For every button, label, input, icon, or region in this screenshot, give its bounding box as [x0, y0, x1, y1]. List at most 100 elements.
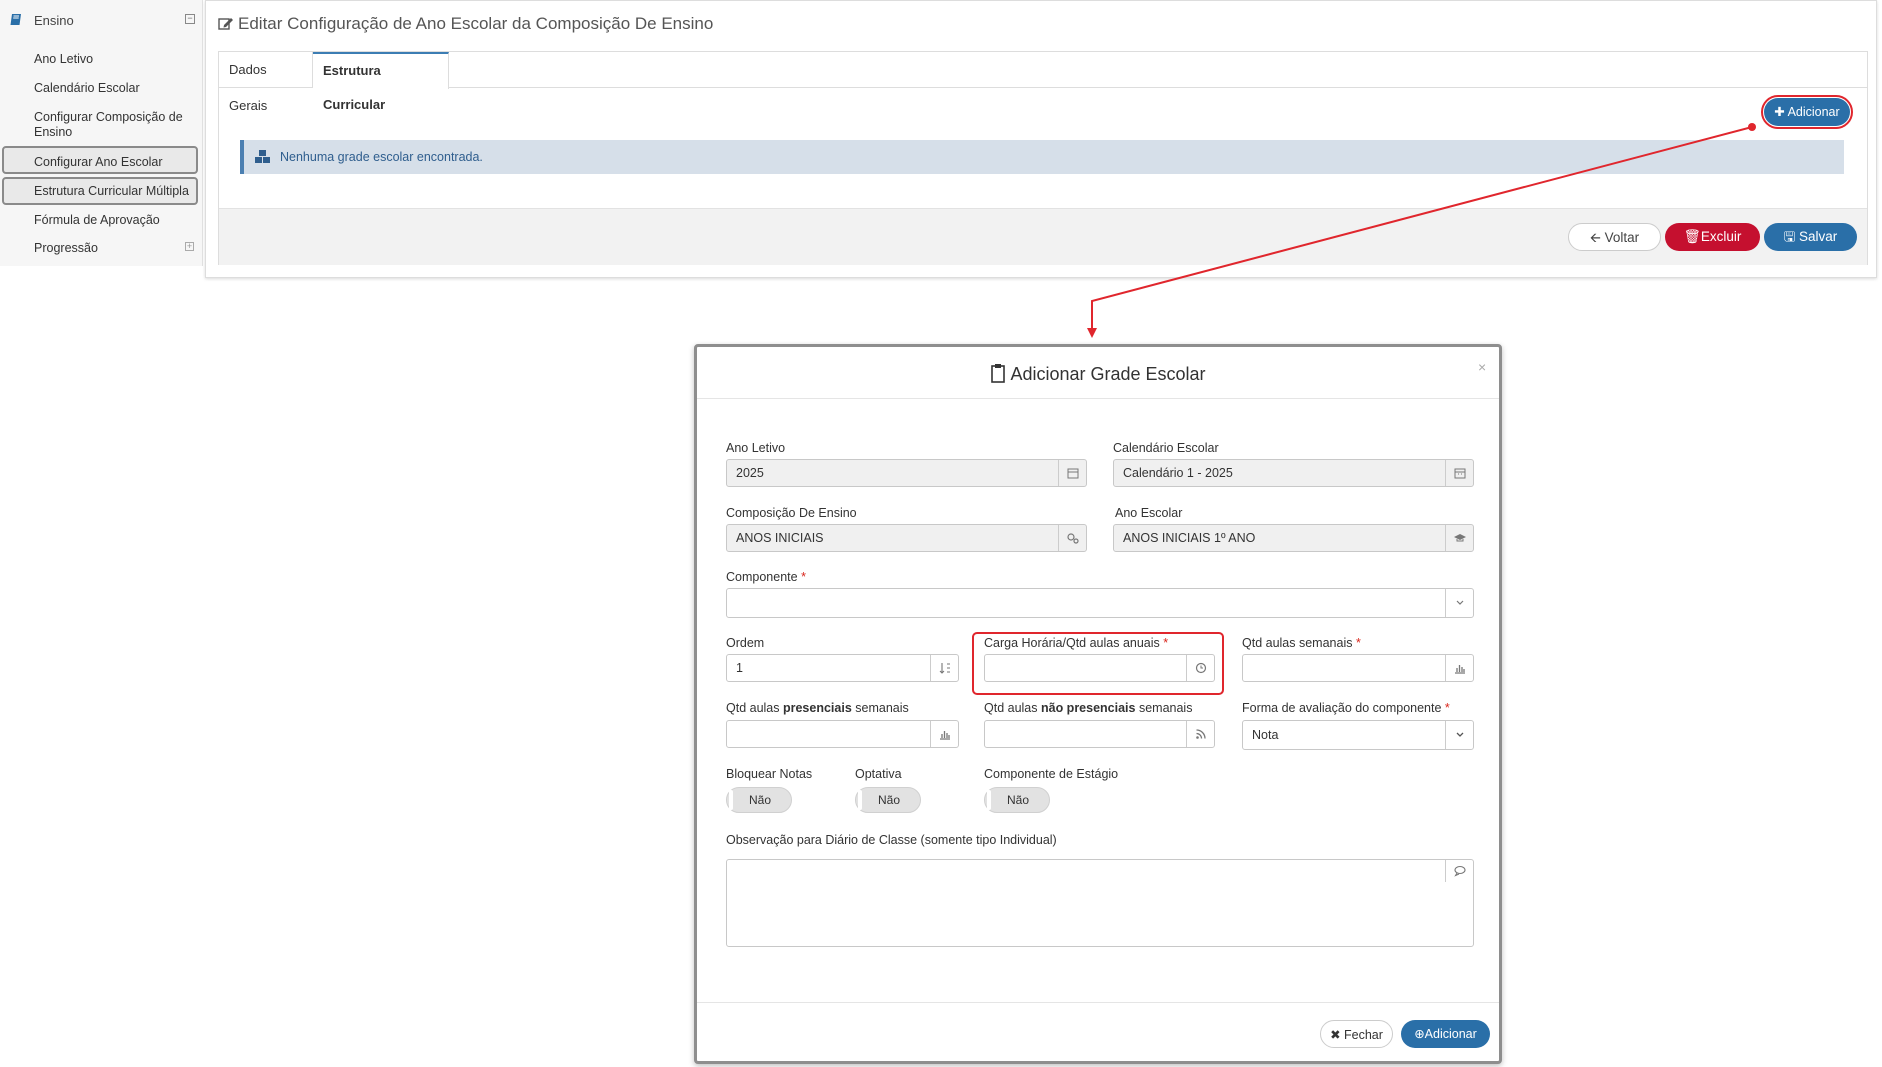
estagio-toggle[interactable]: Não: [984, 787, 1050, 813]
label-estagio: Componente de Estágio: [984, 767, 1119, 781]
carga-horaria-field[interactable]: [984, 654, 1215, 682]
rss-icon: [1186, 721, 1214, 747]
edit-icon: [218, 18, 233, 30]
label-qtd-semanais: Qtd aulas semanais *: [1242, 636, 1361, 650]
ano-escolar-field[interactable]: ANOS INICIAIS 1º ANO: [1113, 524, 1474, 552]
main-panel: Editar Configuração de Ano Escolar da Co…: [205, 0, 1877, 278]
ordem-value: 1: [736, 661, 743, 675]
save-button[interactable]: 🖫 Salvar: [1764, 223, 1857, 251]
tab-estrutura-curricular[interactable]: Estrutura Curricular: [313, 52, 449, 112]
add-button-label: Adicionar: [1424, 1027, 1477, 1041]
nao-presenciais-field[interactable]: [984, 720, 1215, 748]
ano-letivo-value: 2025: [736, 466, 764, 480]
sidebar-item-ano-letivo[interactable]: Ano Letivo: [34, 52, 93, 67]
tabs-container: Dados Gerais Estrutura Curricular ✚ Adic…: [218, 51, 1868, 265]
sidebar-item-formula-aprovacao[interactable]: Fórmula de Aprovação: [34, 213, 160, 228]
label-presenciais: Qtd aulas presenciais semanais: [726, 701, 909, 715]
required-mark: *: [801, 570, 806, 584]
floppy-icon: 🖫: [1783, 229, 1799, 244]
ano-letivo-field[interactable]: 2025: [726, 459, 1087, 487]
sidebar-item-configurar-ano-escolar[interactable]: Configurar Ano Escolar: [34, 155, 163, 170]
expand-icon[interactable]: +: [185, 242, 194, 251]
plus-circle-icon: ⊕: [1414, 1027, 1425, 1041]
bar-chart-icon: [1445, 655, 1473, 681]
label-qtd-semanais-text: Qtd aulas semanais: [1242, 636, 1353, 650]
delete-label: Excluir: [1700, 229, 1742, 244]
sidebar-item-configurar-composicao[interactable]: Configurar Composição de Ensino: [34, 110, 194, 140]
empty-alert: Nenhuma grade escolar encontrada.: [240, 140, 1844, 174]
empty-alert-text: Nenhuma grade escolar encontrada.: [280, 150, 483, 164]
tab-bar: Dados Gerais Estrutura Curricular: [219, 52, 1867, 113]
label-componente: Componente *: [726, 570, 806, 584]
tab-dados-gerais[interactable]: Dados Gerais: [219, 52, 313, 113]
estagio-value: Não: [1006, 793, 1029, 807]
optativa-value: Não: [877, 793, 900, 807]
modal-title: Adicionar Grade Escolar: [697, 363, 1499, 385]
sidebar-item-estrutura-curricular-multipla[interactable]: Estrutura Curricular Múltipla: [34, 184, 189, 199]
sidebar-item-calendario-escolar[interactable]: Calendário Escolar: [34, 81, 140, 96]
modal-footer: ✖ Fechar ⊕Adicionar: [697, 1002, 1499, 1064]
sidebar-item-progressao[interactable]: Progressão: [34, 241, 98, 256]
back-button[interactable]: 🡨 Voltar: [1568, 223, 1661, 251]
screen: Ensino − Ano Letivo Calendário Escolar C…: [0, 0, 1882, 1067]
ordem-field[interactable]: 1: [726, 654, 959, 682]
clipboard-icon: [991, 364, 1006, 383]
sidebar-section-header[interactable]: Ensino −: [0, 0, 203, 40]
calendario-value: Calendário 1 - 2025: [1123, 466, 1233, 480]
forma-avaliacao-value: Nota: [1252, 728, 1279, 742]
sidebar-section-title: Ensino: [34, 13, 74, 28]
componente-select[interactable]: [726, 588, 1474, 618]
label-ano-escolar: Ano Escolar: [1115, 506, 1183, 520]
add-button[interactable]: ⊕Adicionar: [1401, 1020, 1490, 1048]
forma-avaliacao-select[interactable]: Nota: [1242, 720, 1474, 750]
plus-icon: ✚: [1774, 105, 1788, 119]
composicao-value: ANOS INICIAIS: [736, 531, 824, 545]
observacao-textarea[interactable]: [726, 859, 1474, 947]
bloquear-notas-value: Não: [748, 793, 771, 807]
cubes-icon: [255, 150, 270, 163]
label-componente-text: Componente: [726, 570, 798, 584]
page-title: Editar Configuração de Ano Escolar da Co…: [218, 14, 713, 34]
required-mark: *: [1444, 701, 1450, 715]
ano-escolar-value: ANOS INICIAIS 1º ANO: [1123, 531, 1256, 545]
form-actions: 🡨 Voltar 🗑Excluir 🖫 Salvar: [219, 208, 1867, 265]
arrow-left-icon: 🡨: [1589, 230, 1605, 245]
sort-icon: [930, 655, 958, 681]
bloquear-notas-toggle[interactable]: Não: [726, 787, 792, 813]
save-label: Salvar: [1799, 229, 1838, 244]
trash-icon: 🗑: [1683, 229, 1701, 244]
presenciais-field[interactable]: [726, 720, 959, 748]
optativa-toggle[interactable]: Não: [855, 787, 921, 813]
required-mark: *: [1355, 636, 1361, 650]
label-forma-avaliacao: Forma de avaliação do componente *: [1242, 701, 1450, 715]
calendario-field[interactable]: Calendário 1 - 2025: [1113, 459, 1474, 487]
label-presenciais-bold: presenciais: [782, 701, 852, 715]
sidebar: Ensino − Ano Letivo Calendário Escolar C…: [0, 0, 203, 266]
book-icon: [10, 14, 21, 25]
comment-icon: [1445, 860, 1473, 882]
label-optativa: Optativa: [855, 767, 902, 781]
label-calendario: Calendário Escolar: [1113, 441, 1219, 455]
add-grade-label: Adicionar: [1787, 105, 1840, 119]
label-nao-presenciais-post: semanais: [1135, 701, 1193, 715]
delete-button[interactable]: 🗑Excluir: [1665, 223, 1760, 251]
calendar-icon: [1445, 460, 1473, 486]
page-title-text: Editar Configuração de Ano Escolar da Co…: [238, 14, 714, 33]
label-ano-letivo: Ano Letivo: [726, 441, 786, 455]
bar-chart-icon: [930, 721, 958, 747]
label-nao-presenciais-bold: não presenciais: [1040, 701, 1136, 715]
calendar-icon: [1058, 460, 1086, 486]
composicao-field[interactable]: ANOS INICIAIS: [726, 524, 1087, 552]
add-grade-button[interactable]: ✚ Adicionar: [1761, 95, 1853, 129]
close-icon[interactable]: ×: [1478, 359, 1486, 375]
label-forma-avaliacao-text: Forma de avaliação do componente: [1242, 701, 1442, 715]
label-ordem: Ordem: [726, 636, 765, 650]
label-nao-presenciais: Qtd aulas não presenciais semanais: [984, 701, 1192, 715]
chevron-down-icon[interactable]: [1445, 721, 1473, 749]
label-observacao: Observação para Diário de Classe (soment…: [726, 833, 1057, 847]
qtd-semanais-field[interactable]: [1242, 654, 1474, 682]
collapse-icon[interactable]: −: [185, 14, 195, 24]
chevron-down-icon[interactable]: [1445, 589, 1473, 617]
close-button[interactable]: ✖ Fechar: [1320, 1020, 1393, 1048]
required-mark: *: [1163, 636, 1169, 650]
